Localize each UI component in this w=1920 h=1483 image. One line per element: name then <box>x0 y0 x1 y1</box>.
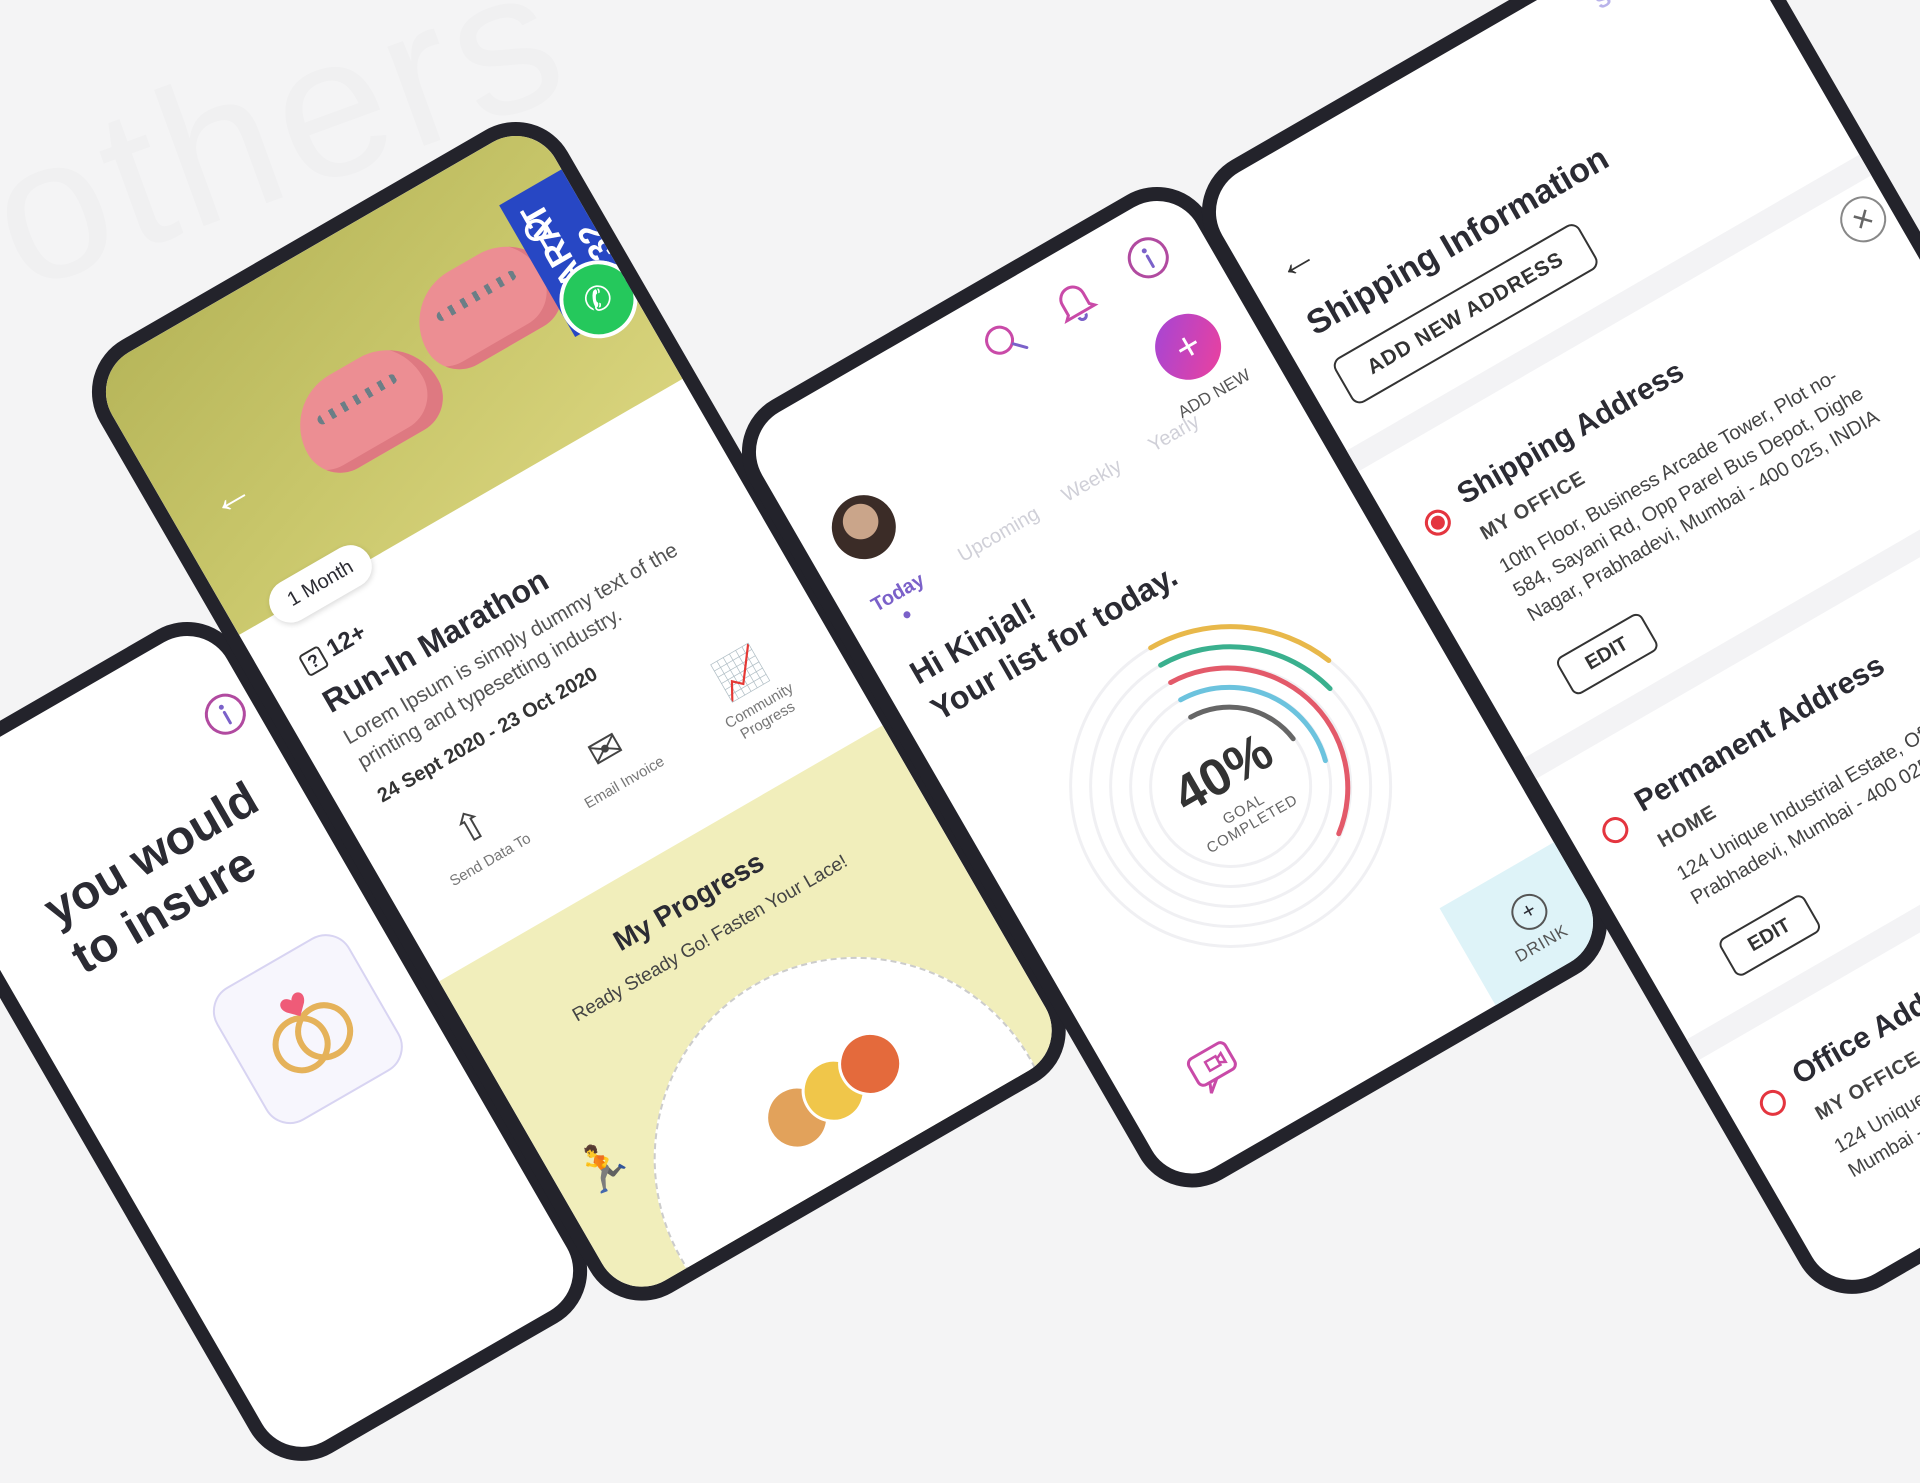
radio-office-address[interactable] <box>1755 1085 1791 1121</box>
radio-permanent-address[interactable] <box>1597 812 1634 848</box>
bell-icon[interactable] <box>1043 270 1107 336</box>
radio-shipping-address[interactable] <box>1420 504 1456 541</box>
tab-today[interactable]: Today <box>868 569 929 618</box>
back-arrow-icon[interactable]: ← <box>1265 228 1325 291</box>
rings-icon <box>272 992 354 1074</box>
user-avatar[interactable] <box>820 483 908 571</box>
info-icon[interactable] <box>194 683 259 750</box>
edit-button[interactable]: EDIT <box>1716 892 1823 979</box>
close-icon[interactable]: ✕ <box>1831 187 1895 251</box>
tab-upcoming[interactable]: Upcoming <box>954 503 1043 568</box>
age-icon: ? <box>297 645 330 678</box>
ring-arc <box>1148 624 1332 663</box>
info-icon[interactable] <box>1117 226 1182 293</box>
marriage-option-tile[interactable] <box>202 923 414 1135</box>
tab-yearly[interactable]: Yearly <box>1145 410 1204 457</box>
edit-button[interactable]: EDIT <box>1554 611 1661 698</box>
active-tab-dot <box>902 610 912 620</box>
runner-illustration: 🏃 <box>564 1129 641 1204</box>
email-invoice-action[interactable]: ✉ Email Invoice <box>538 698 685 823</box>
community-progress-action[interactable]: 📈 Community Progress <box>672 620 828 760</box>
step-indicator: STEP <box>1590 0 1660 15</box>
send-data-action[interactable]: ⇧ Send Data To <box>404 775 551 900</box>
tab-weekly[interactable]: Weekly <box>1058 455 1126 508</box>
search-icon[interactable] <box>975 312 1038 376</box>
video-call-icon[interactable] <box>1180 1030 1256 1106</box>
